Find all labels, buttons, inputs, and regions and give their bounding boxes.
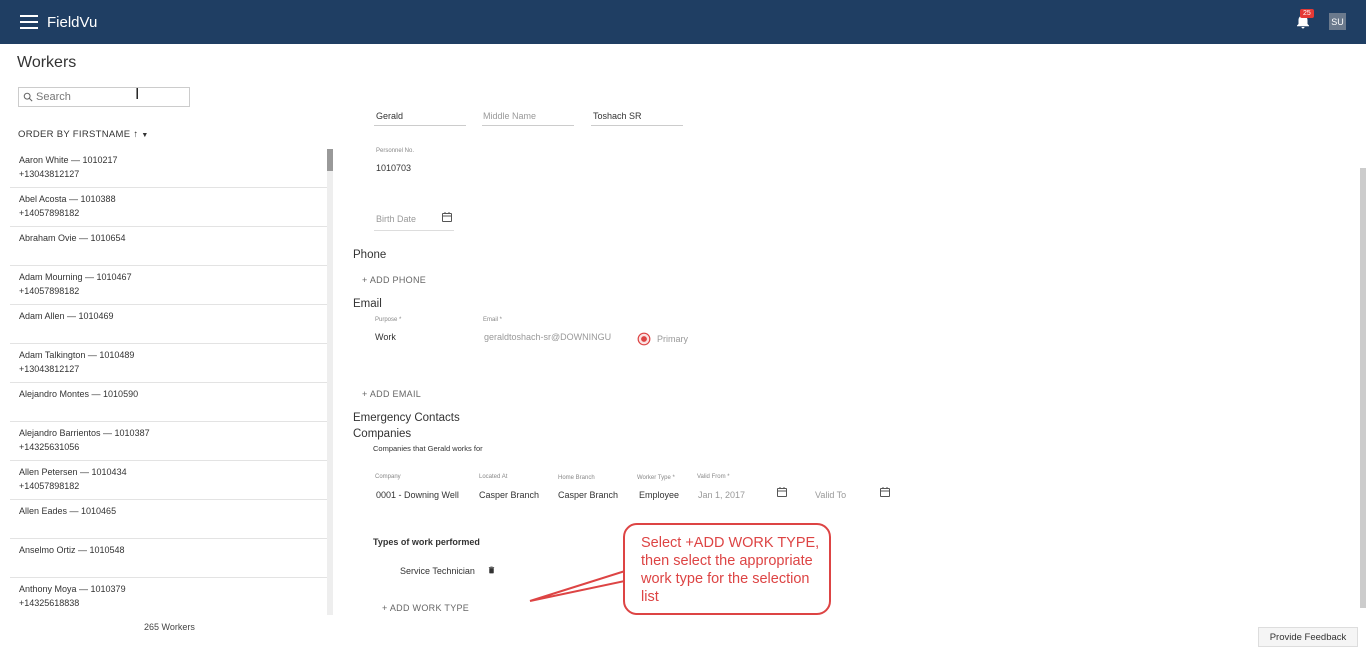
work-type-item: Service Technician (400, 566, 475, 576)
list-scrollbar-track[interactable] (327, 149, 333, 615)
personnel-no-field[interactable]: 1010703 (376, 163, 411, 173)
list-item[interactable]: Allen Petersen — 1010434 +14057898182 (10, 461, 328, 500)
sort-dropdown-icon[interactable]: ▼ (141, 132, 148, 139)
add-email-button[interactable]: + ADD EMAIL (362, 389, 421, 399)
primary-radio[interactable] (637, 332, 651, 346)
company-field[interactable]: 0001 - Downing Well (376, 490, 459, 500)
list-item[interactable]: Adam Talkington — 1010489 +13043812127 (10, 344, 328, 383)
emergency-contacts-heading: Emergency Contacts (353, 412, 460, 424)
list-item[interactable]: Adam Mourning — 1010467 +14057898182 (10, 266, 328, 305)
list-item[interactable]: Adam Allen — 1010469 (10, 305, 328, 344)
last-name-field[interactable]: Toshach SR (593, 111, 642, 121)
worker-count: 265 Workers (144, 622, 195, 632)
middle-name-underline (482, 125, 574, 126)
sort-arrow-icon[interactable]: ↑ (133, 129, 138, 140)
menu-icon[interactable] (20, 15, 38, 29)
list-item[interactable]: Alejandro Montes — 1010590 (10, 383, 328, 422)
valid-from-field[interactable]: Jan 1, 2017 (698, 490, 745, 500)
first-name-field[interactable]: Gerald (376, 111, 403, 121)
home-branch-label: Home Branch (558, 475, 595, 481)
companies-heading: Companies (353, 428, 412, 440)
list-item[interactable]: Allen Eades — 1010465 (10, 500, 328, 539)
notification-badge: 25 (1300, 9, 1314, 18)
list-item[interactable]: Abraham Ovie — 1010654 (10, 227, 328, 266)
search-icon (23, 92, 33, 102)
search-placeholder: Search (36, 91, 71, 103)
home-branch-field[interactable]: Casper Branch (558, 490, 618, 500)
list-item[interactable]: Aaron White — 1010217 +13043812127 (10, 149, 328, 188)
work-types-heading: Types of work performed (373, 537, 480, 547)
tutorial-callout: Select +ADD WORK TYPE, then select the a… (623, 523, 831, 615)
calendar-icon[interactable] (776, 486, 788, 498)
purpose-field[interactable]: Work (375, 332, 396, 342)
order-by-sort[interactable]: ORDER BY FIRSTNAME ↑ ▼ (18, 129, 149, 140)
page-scrollbar[interactable] (1360, 168, 1366, 608)
email-heading: Email (353, 298, 382, 310)
text-cursor-icon: I (135, 86, 140, 103)
birth-date-field[interactable]: Birth Date (376, 214, 416, 224)
page-title: Workers (17, 54, 77, 71)
companies-subheading: Companies that Gerald works for (373, 444, 483, 453)
email-field[interactable]: geraldtoshach-sr@DOWNINGU (484, 332, 611, 342)
valid-to-field[interactable]: Valid To (815, 490, 846, 500)
worker-type-field[interactable]: Employee (639, 490, 679, 500)
app-title: FieldVu (47, 14, 98, 31)
calendar-icon[interactable] (879, 486, 891, 498)
add-phone-button[interactable]: + ADD PHONE (362, 275, 426, 285)
add-work-type-button[interactable]: + ADD WORK TYPE (382, 603, 469, 613)
email-label: Email * (483, 317, 503, 323)
middle-name-field[interactable]: Middle Name (483, 111, 536, 121)
phone-heading: Phone (353, 249, 387, 261)
callout-arrow (529, 569, 626, 602)
trash-icon[interactable] (487, 565, 496, 575)
last-name-underline (591, 125, 683, 126)
list-item[interactable]: Anthony Moya — 1010379 +14325618838 (10, 578, 328, 615)
list-item[interactable]: Alejandro Barrientos — 1010387 +143256310… (10, 422, 328, 461)
list-scrollbar-thumb[interactable] (327, 149, 333, 171)
valid-from-label: Valid From * (697, 474, 730, 480)
top-app-bar (0, 0, 1366, 44)
provide-feedback-button[interactable]: Provide Feedback (1258, 627, 1358, 647)
company-label: Company (375, 474, 401, 480)
birth-date-underline (374, 230, 454, 231)
calendar-icon[interactable] (441, 211, 453, 223)
located-at-field[interactable]: Casper Branch (479, 490, 539, 500)
primary-label: Primary (657, 334, 688, 344)
list-item[interactable]: Abel Acosta — 1010388 +14057898182 (10, 188, 328, 227)
avatar[interactable]: SU (1329, 13, 1346, 30)
personnel-label: Personnel No. (376, 148, 415, 154)
worker-type-label: Worker Type * (637, 475, 675, 481)
first-name-underline (374, 125, 466, 126)
order-by-label: ORDER BY FIRSTNAME (18, 129, 131, 140)
list-item[interactable]: Anselmo Ortiz — 1010548 (10, 539, 328, 578)
purpose-label: Purpose * (375, 317, 402, 323)
located-at-label: Located At (479, 474, 508, 480)
worker-list: Aaron White — 1010217 +13043812127 Abel A… (10, 149, 328, 615)
search-input[interactable]: Search (18, 87, 190, 107)
